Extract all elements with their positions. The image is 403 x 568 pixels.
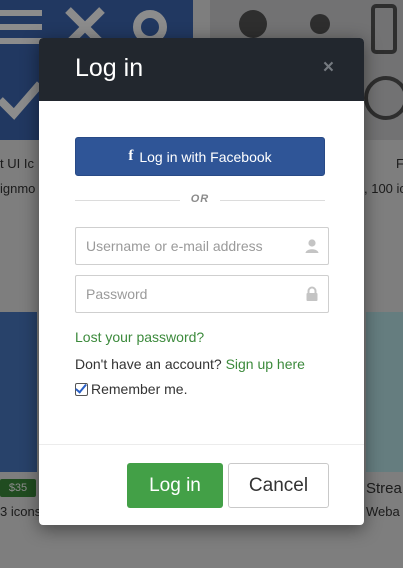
lock-icon xyxy=(306,286,318,301)
login-button[interactable]: Log in xyxy=(127,463,223,508)
modal-title: Log in xyxy=(75,54,144,82)
password-field[interactable] xyxy=(75,275,329,313)
facebook-icon: f xyxy=(128,148,134,164)
password-input[interactable] xyxy=(76,276,296,312)
or-divider: OR xyxy=(75,193,325,207)
lost-password-link[interactable]: Lost your password? xyxy=(75,329,204,345)
remember-me[interactable]: Remember me. xyxy=(75,381,187,397)
username-input[interactable] xyxy=(76,228,296,264)
close-button[interactable]: × xyxy=(323,58,334,78)
facebook-login-label: Log in with Facebook xyxy=(139,148,272,165)
username-field[interactable] xyxy=(75,227,329,265)
footer-divider xyxy=(39,444,364,445)
remember-checkbox[interactable] xyxy=(75,382,88,396)
signup-prompt: Don't have an account? Sign up here xyxy=(75,356,305,372)
cancel-button[interactable]: Cancel xyxy=(228,463,329,508)
remember-label: Remember me. xyxy=(91,381,188,397)
login-modal: Log in × f Log in with Facebook OR Lost … xyxy=(39,38,364,525)
or-divider-text: OR xyxy=(190,193,210,205)
no-account-text: Don't have an account? xyxy=(75,356,222,372)
facebook-login-button[interactable]: f Log in with Facebook xyxy=(75,137,325,176)
modal-header: Log in × xyxy=(39,38,364,101)
signup-link[interactable]: Sign up here xyxy=(226,356,305,372)
user-icon xyxy=(305,239,319,253)
